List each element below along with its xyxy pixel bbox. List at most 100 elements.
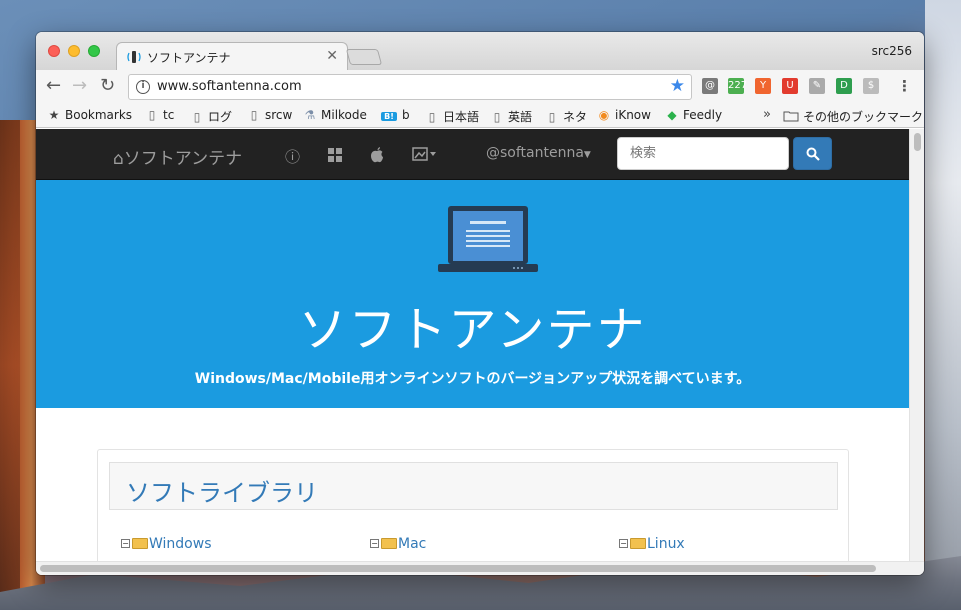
bookmark-label: Milkode — [321, 108, 367, 122]
maximize-window-button[interactable] — [88, 45, 100, 57]
minimize-window-button[interactable] — [68, 45, 80, 57]
account-label: @softantenna — [486, 145, 584, 161]
iknow-icon: ◉ — [598, 108, 610, 122]
bookmark-label: srcw — [265, 108, 293, 122]
bookmark-label: ネタ — [563, 110, 588, 124]
bookmark-item[interactable]: ▯ ネタ — [546, 108, 587, 125]
bookmark-item[interactable]: B! b — [381, 108, 410, 122]
page-icon: ▯ — [193, 110, 201, 124]
bookmark-star-icon[interactable]: ★ — [670, 76, 685, 96]
other-bookmarks[interactable]: その他のブックマーク — [783, 108, 923, 125]
bookmark-item[interactable]: ★ Bookmarks — [48, 108, 132, 122]
browser-tab[interactable]: ソフトアンテナ ✕ — [116, 42, 348, 70]
other-bookmarks-label: その他のブックマーク — [803, 110, 924, 124]
bookmark-label: Bookmarks — [65, 108, 133, 122]
vertical-scrollbar[interactable] — [909, 129, 924, 561]
new-tab-button[interactable] — [345, 49, 383, 65]
star-icon: ★ — [48, 108, 60, 122]
folder-icon — [783, 111, 799, 122]
image-dropdown-icon[interactable] — [412, 147, 438, 161]
bookmark-label: tc — [163, 108, 175, 122]
hero-title: ソフトアンテナ — [298, 302, 647, 358]
bookmarks-bar: ★ Bookmarks ▯ tc ▯ ログ ▯ srcw ⚗ Milkode B! b ▯ 日本語 ▯ 英語 ▯… — [36, 104, 924, 128]
horizontal-scroll-thumb[interactable] — [40, 565, 876, 572]
browser-toolbar: ← → ↻ i www.softantenna.com ★ @227 Y U ✎ D $ … — [36, 70, 924, 104]
info-circle-icon[interactable]: ⓘ — [285, 146, 300, 167]
hero-subtitle: Windows/Mac/Mobile用オンラインソフトのバージョンアップ状況を調… — [194, 371, 751, 387]
extension-5-icon[interactable]: D — [836, 78, 852, 94]
category-windows[interactable]: − Windows — [121, 536, 212, 552]
bookmark-label: b — [402, 108, 410, 122]
expand-icon[interactable]: − — [619, 539, 628, 548]
page-icon: ▯ — [148, 108, 156, 122]
hero-banner: ソフトアンテナ Windows/Mac/Mobile用オンラインソフトのバージョ… — [36, 180, 909, 408]
laptop-icon — [438, 206, 538, 272]
info-icon[interactable]: i — [136, 80, 150, 94]
apple-icon[interactable] — [370, 147, 384, 163]
category-label: Windows — [149, 536, 212, 552]
extension-3-icon[interactable]: U — [782, 78, 798, 94]
desktop-cloud — [925, 0, 961, 610]
bookmarks-overflow-icon[interactable]: » — [763, 107, 771, 122]
bookmark-item[interactable]: ▯ 日本語 — [426, 108, 479, 125]
page-icon: ▯ — [493, 110, 501, 124]
caret-down-icon: ▼ — [583, 150, 591, 160]
folder-icon — [630, 538, 646, 549]
site-navbar: ⌂ソフトアンテナ ⓘ @softantenna▼ — [36, 129, 909, 180]
close-window-button[interactable] — [48, 45, 60, 57]
tab-title: ソフトアンテナ — [147, 51, 231, 65]
software-library-panel: ソフトライブラリ − Windows − Mac − Linux — [97, 449, 849, 561]
bookmark-item[interactable]: ◉ iKnow — [598, 108, 651, 122]
bookmark-label: Feedly — [683, 108, 723, 122]
bookmark-item[interactable]: ▯ 英語 — [491, 108, 532, 125]
address-bar[interactable]: i www.softantenna.com ★ — [128, 74, 692, 100]
extension-4-icon[interactable]: ✎ — [809, 78, 825, 94]
category-mac[interactable]: − Mac — [370, 536, 426, 552]
panel-header: ソフトライブラリ — [109, 462, 838, 510]
flask-icon: ⚗ — [304, 108, 316, 122]
category-label: Mac — [398, 536, 427, 552]
browser-window: ソフトアンテナ ✕ src256 ← → ↻ i www.softantenna… — [36, 32, 924, 575]
expand-icon[interactable]: − — [121, 539, 130, 548]
vertical-scroll-thumb[interactable] — [914, 133, 921, 151]
site-search-input[interactable] — [617, 137, 789, 170]
windows-icon[interactable] — [328, 148, 342, 162]
web-page: ⌂ソフトアンテナ ⓘ @softantenna▼ 検索 ソフトアンテナ Wind… — [36, 129, 909, 561]
page-icon: ▯ — [250, 108, 258, 122]
back-arrow-icon[interactable]: ← — [46, 77, 61, 95]
feedly-icon: ◆ — [667, 108, 677, 122]
category-label: Linux — [647, 536, 685, 552]
home-icon: ⌂ — [113, 149, 124, 169]
category-linux[interactable]: − Linux — [619, 536, 685, 552]
page-icon: ▯ — [428, 110, 436, 124]
account-dropdown[interactable]: @softantenna▼ — [486, 145, 591, 161]
library-title: ソフトライブラリ — [126, 479, 318, 507]
horizontal-scrollbar[interactable] — [36, 561, 924, 575]
extension-1-icon[interactable]: 227 — [728, 78, 747, 94]
hatena-icon: B! — [381, 112, 397, 121]
bookmark-label: ログ — [208, 110, 233, 124]
extension-2-icon[interactable]: Y — [755, 78, 771, 94]
bookmark-item[interactable]: ◆ Feedly — [666, 108, 722, 122]
title-bar: ソフトアンテナ ✕ src256 — [36, 32, 924, 70]
menu-dots-icon[interactable]: ⋮ — [897, 78, 912, 94]
site-brand[interactable]: ⌂ソフトアンテナ — [113, 144, 242, 169]
reload-icon[interactable]: ↻ — [100, 77, 115, 95]
tab-close-icon[interactable]: ✕ — [326, 48, 338, 64]
antenna-favicon-icon — [127, 51, 141, 63]
forward-arrow-icon[interactable]: → — [72, 77, 87, 95]
extension-0-icon[interactable]: @ — [702, 78, 718, 94]
bookmark-item[interactable]: ▯ srcw — [248, 108, 293, 122]
profile-name[interactable]: src256 — [872, 44, 912, 58]
page-icon: ▯ — [548, 110, 556, 124]
bookmark-item[interactable]: ▯ ログ — [191, 108, 232, 125]
bookmark-label: 英語 — [508, 110, 533, 124]
url-text[interactable]: www.softantenna.com — [157, 79, 302, 94]
bookmark-label: iKnow — [615, 108, 651, 122]
extension-6-icon[interactable]: $ — [863, 78, 879, 94]
site-search-button[interactable] — [793, 137, 832, 170]
bookmark-item[interactable]: ▯ tc — [146, 108, 175, 122]
bookmark-item[interactable]: ⚗ Milkode — [304, 108, 367, 122]
expand-icon[interactable]: − — [370, 539, 379, 548]
folder-icon — [381, 538, 397, 549]
